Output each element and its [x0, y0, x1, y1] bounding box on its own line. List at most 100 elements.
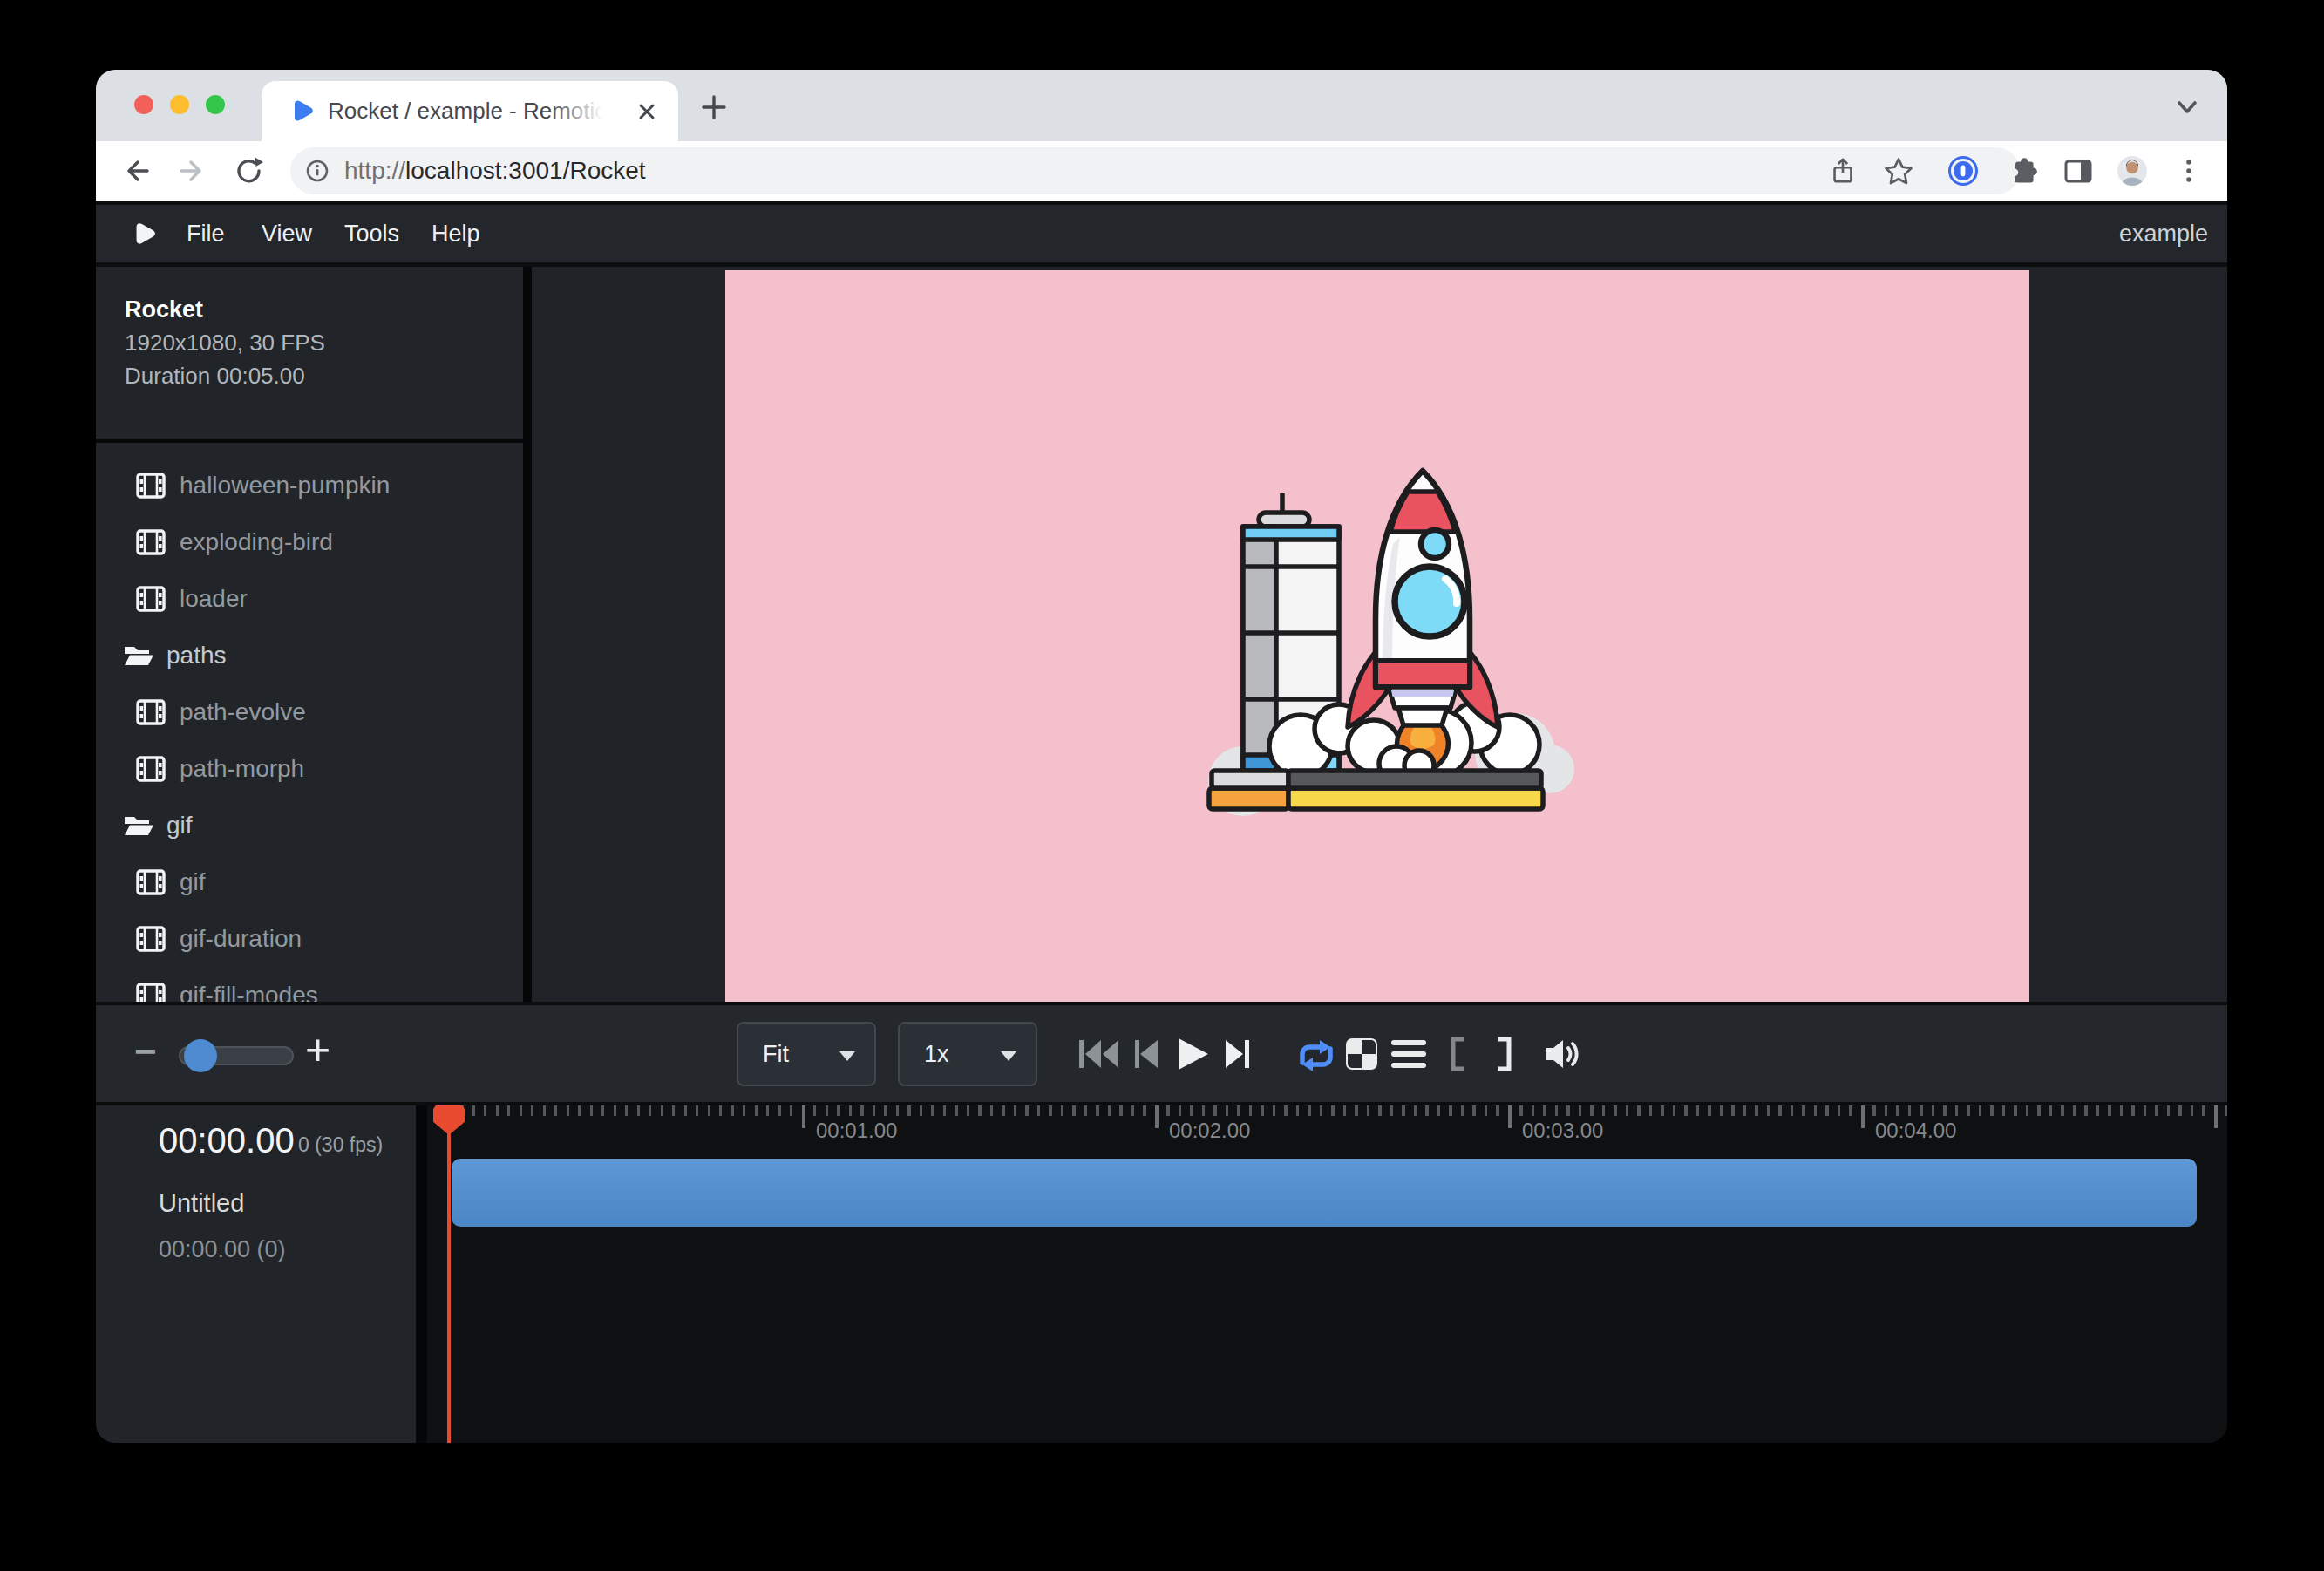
sidebar-toggle-icon[interactable]: [2062, 155, 2095, 187]
zoom-out-button[interactable]: −: [134, 1030, 157, 1073]
remotion-favicon: [286, 96, 317, 127]
folder-item[interactable]: paths: [96, 627, 523, 683]
composition-item[interactable]: exploding-bird: [96, 513, 523, 570]
zoom-slider-knob[interactable]: [184, 1039, 217, 1072]
folder-label: gif: [166, 812, 193, 840]
film-icon: [136, 983, 166, 1003]
skip-to-start-icon[interactable]: [1077, 1037, 1123, 1071]
folder-label: paths: [166, 642, 227, 670]
menu-file[interactable]: File: [187, 205, 225, 262]
composition-item[interactable]: path-morph: [96, 740, 523, 797]
bookmark-star-icon[interactable]: [1883, 156, 1914, 187]
timeline-menu-icon[interactable]: [1391, 1037, 1426, 1071]
film-icon: [136, 869, 166, 895]
sidebar-canvas-divider: [523, 267, 532, 1002]
video-frame: [725, 270, 2029, 1002]
transparency-checkerboard-icon[interactable]: [1344, 1037, 1379, 1071]
composition-item[interactable]: path-evolve: [96, 683, 523, 740]
in-point-bracket-icon[interactable]: [1447, 1037, 1468, 1071]
onepassword-extension-icon[interactable]: [1947, 155, 1979, 187]
ruler-label: 00:02.00: [1169, 1119, 1250, 1143]
film-icon: [136, 926, 166, 952]
new-tab-button[interactable]: [699, 92, 729, 122]
forward-icon[interactable]: [177, 155, 208, 187]
composition-label: gif-duration: [180, 925, 302, 953]
zoom-in-button[interactable]: +: [305, 1024, 330, 1075]
ruler-label: 00:01.00: [816, 1119, 897, 1143]
timeline-panel: 00:00.00 0 (30 fps) Untitled 00:00.00 (0…: [96, 1105, 2227, 1443]
tab-title-fade: [549, 88, 626, 136]
traffic-close-button[interactable]: [134, 95, 153, 114]
address-bar[interactable]: http://localhost:3001/Rocket: [290, 147, 2020, 194]
playhead-line[interactable]: [447, 1105, 451, 1443]
menu-tools[interactable]: Tools: [344, 205, 399, 262]
reload-icon[interactable]: [234, 155, 265, 187]
url-host: localhost:3001/Rocket: [405, 157, 646, 184]
current-frame-fps: 0 (30 fps): [298, 1133, 383, 1157]
previous-frame-icon[interactable]: [1130, 1037, 1161, 1071]
composition-list: halloween-pumpkin exploding-bird loader …: [96, 443, 523, 1002]
folder-open-icon: [123, 643, 154, 669]
composition-info: Rocket 1920x1080, 30 FPS Duration 00:05.…: [125, 293, 325, 392]
current-time: 00:00.00: [159, 1121, 295, 1160]
out-point-bracket-icon[interactable]: [1494, 1037, 1515, 1071]
composition-item[interactable]: gif-duration: [96, 910, 523, 967]
composition-item[interactable]: loader: [96, 570, 523, 627]
composition-label: gif: [180, 868, 206, 896]
profile-avatar[interactable]: [2117, 155, 2148, 187]
url-scheme: http://: [344, 157, 405, 184]
timeline-tracks-area[interactable]: 00:01.00 00:02.00 00:03.00 00:04.00: [427, 1105, 2227, 1443]
player-controls: − + Fit 1x: [96, 1002, 2227, 1105]
dropdown-caret-icon: [839, 1051, 855, 1061]
tab-close-icon[interactable]: [635, 99, 659, 124]
volume-icon[interactable]: [1543, 1037, 1583, 1071]
folder-item[interactable]: gif: [96, 797, 523, 854]
size-mode-dropdown[interactable]: Fit: [737, 1022, 876, 1086]
playback-speed-dropdown[interactable]: 1x: [898, 1022, 1037, 1086]
ruler-major-ticks: [449, 1105, 2227, 1128]
rocket-illustration: [1168, 439, 1587, 858]
composition-label: exploding-bird: [180, 528, 333, 556]
preview-canvas: [532, 267, 2227, 1002]
next-frame-icon[interactable]: [1222, 1037, 1254, 1071]
dropdown-caret-icon: [1001, 1051, 1016, 1061]
share-icon[interactable]: [1828, 156, 1858, 186]
project-name-label: example: [2119, 205, 2208, 262]
playhead-flag[interactable]: [433, 1105, 465, 1135]
extensions-puzzle-icon[interactable]: [2007, 155, 2038, 187]
playback-speed-value: 1x: [924, 1041, 949, 1068]
traffic-minimize-button[interactable]: [170, 95, 189, 114]
composition-item[interactable]: gif-fill-modes: [96, 967, 523, 1002]
back-icon[interactable]: [120, 155, 152, 187]
browser-toolbar: http://localhost:3001/Rocket: [96, 141, 2227, 201]
timeline-header-panel: 00:00.00 0 (30 fps) Untitled 00:00.00 (0…: [96, 1105, 416, 1443]
play-button-icon[interactable]: [1173, 1037, 1212, 1071]
composition-item[interactable]: halloween-pumpkin: [96, 457, 523, 513]
timeline-track-bar[interactable]: [452, 1159, 2197, 1227]
film-icon: [136, 699, 166, 725]
composition-label: path-evolve: [180, 698, 306, 726]
traffic-zoom-button[interactable]: [206, 95, 225, 114]
film-icon: [136, 756, 166, 782]
composition-item[interactable]: gif: [96, 854, 523, 910]
loop-toggle-icon[interactable]: [1292, 1037, 1341, 1075]
film-icon: [136, 586, 166, 612]
composition-label: path-morph: [180, 755, 304, 783]
studio-menubar: File View Tools Help example: [96, 201, 2227, 267]
timeline-divider: [416, 1105, 427, 1443]
browser-menu-dots-icon[interactable]: [2176, 155, 2202, 187]
film-icon: [136, 473, 166, 499]
tab-overflow-chevron-icon[interactable]: [2171, 94, 2203, 120]
menu-view[interactable]: View: [262, 205, 312, 262]
remotion-logo-icon[interactable]: [127, 218, 160, 251]
folder-open-icon: [123, 813, 154, 839]
site-info-icon[interactable]: [304, 158, 330, 184]
size-mode-value: Fit: [763, 1041, 789, 1068]
track-name: Untitled: [159, 1189, 244, 1218]
zoom-slider[interactable]: [179, 1046, 294, 1065]
composition-label: gif-fill-modes: [180, 982, 318, 1003]
composition-title: Rocket: [125, 293, 325, 326]
browser-tab[interactable]: Rocket / example - Remotion Pr: [262, 81, 678, 141]
menu-help[interactable]: Help: [432, 205, 480, 262]
url-text[interactable]: http://localhost:3001/Rocket: [344, 147, 646, 194]
